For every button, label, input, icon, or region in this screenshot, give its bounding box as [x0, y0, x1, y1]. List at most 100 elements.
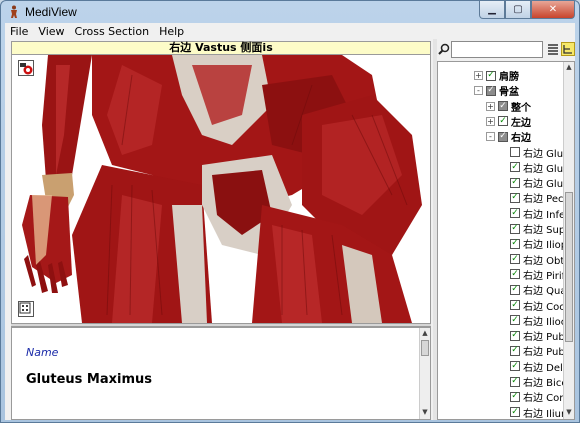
- menu-file[interactable]: File: [5, 25, 33, 38]
- tree-item[interactable]: ✓ 右边 Qua: [498, 282, 567, 297]
- tree-item-checkbox[interactable]: ✓: [510, 300, 520, 310]
- tree-item-checkbox[interactable]: ✓: [510, 407, 520, 418]
- tree-item-checkbox[interactable]: ✓: [510, 391, 520, 402]
- tree-scroll-thumb[interactable]: [565, 192, 573, 342]
- tree-item[interactable]: ✓ 右边 Cor: [498, 389, 563, 404]
- tree-item-checkbox[interactable]: ✓: [510, 208, 520, 219]
- info-name-label: Name: [26, 346, 59, 359]
- tree-item-label: 肩膀: [499, 72, 519, 83]
- tree-item[interactable]: ✓ 右边 Delt: [498, 359, 567, 374]
- tree-item-checkbox[interactable]: ✓: [510, 254, 520, 265]
- tree-item[interactable]: ✓ 右边 Obt: [498, 252, 564, 267]
- tree-item-checkbox[interactable]: ✓: [486, 70, 496, 81]
- menu-cross-section[interactable]: Cross Section: [70, 25, 155, 38]
- info-scrollbar[interactable]: ▲ ▼: [419, 328, 430, 419]
- list-view-icon[interactable]: [546, 42, 560, 56]
- tree-item-checkbox[interactable]: [510, 147, 520, 157]
- tree-item[interactable]: ✓ 右边 Iliur: [498, 405, 566, 420]
- tree-item-checkbox[interactable]: ✓: [510, 269, 520, 280]
- tree-item-checkbox[interactable]: ✓: [510, 330, 520, 341]
- tree-item[interactable]: ✓ 右边 Sup: [498, 221, 565, 236]
- tree-item[interactable]: ✓ 右边 Pub: [498, 328, 565, 343]
- tree-item[interactable]: ✓ 右边 Pirif: [498, 267, 565, 282]
- close-icon: ✕: [548, 4, 558, 15]
- tree-item-checkbox[interactable]: ✓: [510, 361, 520, 372]
- tree-item-label: 右边 Pub: [523, 347, 565, 359]
- tree-item-checkbox[interactable]: ✓: [510, 345, 520, 356]
- anatomy-3d-viewport[interactable]: [11, 55, 431, 323]
- tree-item-label: 右边 Bice: [523, 378, 568, 389]
- tree-item[interactable]: + ✓ 左边: [486, 114, 531, 129]
- tree-item-checkbox[interactable]: ✓: [486, 85, 496, 96]
- tree-item-label: 骨盆: [499, 87, 519, 99]
- tree-item[interactable]: + ✓ 肩膀: [474, 68, 519, 83]
- tree-item[interactable]: 右边 Glut: [498, 145, 567, 160]
- tree-item[interactable]: + ✓ 整个: [486, 99, 531, 114]
- tree-item[interactable]: - ✓ 右边: [486, 129, 531, 144]
- tree-item[interactable]: ✓ 右边 Glut: [498, 175, 567, 190]
- minimize-button[interactable]: ▁: [479, 1, 505, 19]
- info-name-value: Gluteus Maximus: [26, 372, 153, 387]
- expand-icon[interactable]: +: [486, 101, 495, 111]
- structure-tree: + ✓ 肩膀 - ✓ 骨盆 + ✓ 整个 + ✓ 左边 - ✓ 右边 右边 Glut ✓ 右边 Glut ✓ 右边 G…: [437, 61, 575, 420]
- tree-item-label: 右边 Obt: [523, 255, 565, 267]
- scroll-up-icon[interactable]: ▲: [421, 329, 429, 338]
- tree-item-label: 右边 Glut: [523, 179, 567, 191]
- title-bar[interactable]: MediView ▁ ▢ ✕: [1, 1, 579, 23]
- tree-item[interactable]: ✓ 右边 Glut: [498, 160, 567, 175]
- tree-item-label: 右边 Glut: [523, 148, 567, 160]
- tree-item-checkbox[interactable]: ✓: [510, 177, 520, 188]
- tree-item[interactable]: - ✓ 骨盆: [474, 83, 519, 98]
- tree-item-checkbox[interactable]: ✓: [498, 116, 508, 127]
- collapse-icon[interactable]: -: [486, 132, 495, 142]
- expand-icon[interactable]: +: [474, 71, 483, 80]
- close-button[interactable]: ✕: [531, 1, 575, 19]
- render-mode-button[interactable]: [18, 60, 34, 76]
- tree-item-checkbox[interactable]: ✓: [510, 315, 520, 326]
- tree-item-checkbox[interactable]: ✓: [510, 223, 520, 234]
- tree-item-label: 左边: [511, 117, 531, 129]
- tree-item-checkbox[interactable]: ✓: [510, 284, 520, 295]
- tree-item[interactable]: ✓ 右边 Coc: [498, 298, 565, 313]
- dice-icon: [19, 302, 31, 314]
- tree-layout-icon[interactable]: [561, 42, 575, 56]
- anatomy-figure-icon: [7, 5, 21, 19]
- mediview-window: MediView ▁ ▢ ✕ File View Cross Section H…: [0, 0, 580, 423]
- maximize-icon: ▢: [513, 4, 523, 15]
- tree-scroll-up-icon[interactable]: ▲: [565, 63, 573, 72]
- tree-item[interactable]: ✓ 右边 Pub: [498, 343, 565, 358]
- tree-item-label: 右边 Iliur: [523, 408, 566, 420]
- tree-scroll-down-icon[interactable]: ▼: [565, 408, 573, 417]
- tree-item-label: 右边 Iliop: [523, 240, 568, 252]
- expand-icon[interactable]: +: [486, 116, 495, 126]
- tree-item[interactable]: ✓ 右边 Bice: [498, 374, 567, 389]
- maximize-button[interactable]: ▢: [505, 1, 531, 19]
- minimize-icon: ▁: [488, 4, 496, 15]
- scroll-down-icon[interactable]: ▼: [421, 408, 429, 417]
- search-input[interactable]: [451, 41, 543, 58]
- tree-scrollbar[interactable]: ▲ ▼: [563, 62, 574, 419]
- menu-view[interactable]: View: [33, 25, 69, 38]
- tree-item-checkbox[interactable]: ✓: [498, 131, 508, 142]
- menu-help[interactable]: Help: [154, 25, 189, 38]
- tree-item[interactable]: ✓ 右边 Iliop: [498, 236, 567, 251]
- tree-item-checkbox[interactable]: ✓: [510, 376, 520, 387]
- info-scroll-thumb[interactable]: [421, 340, 429, 356]
- tree-item-label: 右边 Infe: [523, 209, 566, 221]
- collapse-icon[interactable]: -: [474, 86, 483, 96]
- tree-item[interactable]: ✓ 右边 Infe: [498, 206, 565, 221]
- tree-item-checkbox[interactable]: ✓: [510, 162, 520, 173]
- tree-item-label: 右边 Coc: [523, 301, 565, 313]
- window-title: MediView: [25, 5, 77, 19]
- tree-item-checkbox[interactable]: ✓: [498, 101, 508, 112]
- tree-item-checkbox[interactable]: ✓: [510, 238, 520, 249]
- info-panel: Name Gluteus Maximus ▲ ▼: [11, 327, 431, 420]
- tree-item-label: 右边 Qua: [523, 286, 567, 298]
- dice-button[interactable]: [18, 301, 34, 317]
- tree-item[interactable]: ✓ 右边 Ilioc: [498, 313, 566, 328]
- render-mode-icon: [20, 63, 33, 75]
- tree-item-label: 右边 Ilioc: [523, 316, 567, 328]
- tree-item-checkbox[interactable]: ✓: [510, 192, 520, 203]
- search-icon[interactable]: [437, 42, 451, 56]
- tree-item[interactable]: ✓ 右边 Pec: [498, 190, 564, 205]
